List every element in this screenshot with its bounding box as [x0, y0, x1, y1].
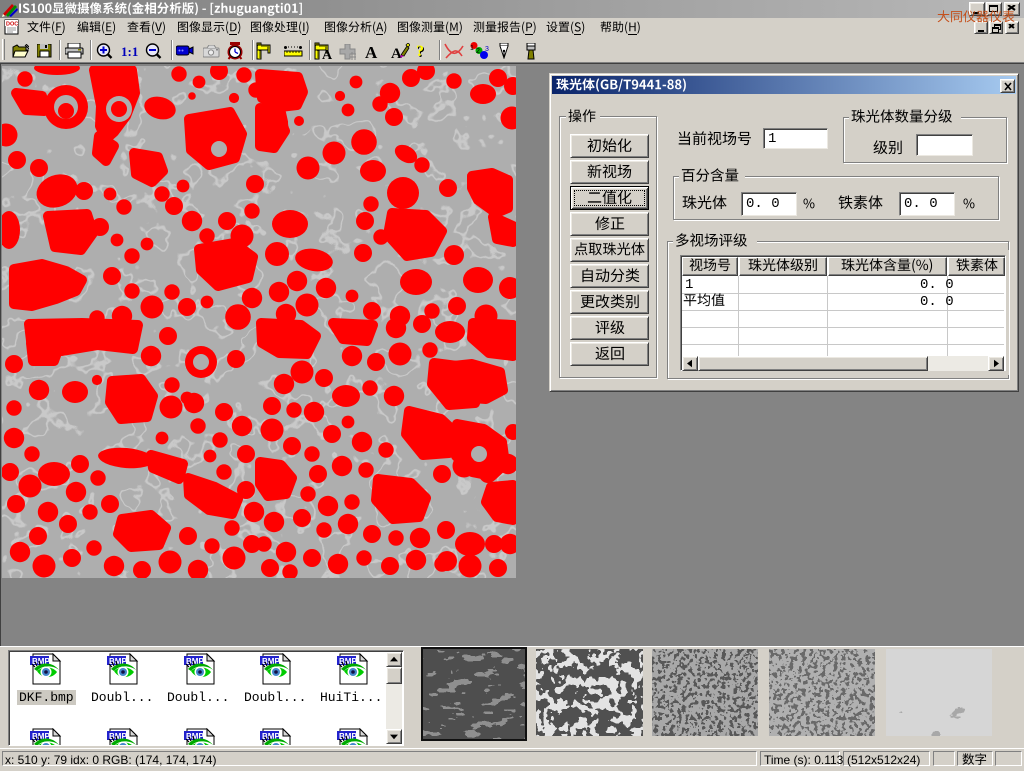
svg-text:A: A [365, 44, 378, 59]
svg-text:DOC: DOC [6, 22, 18, 28]
svg-text:A: A [322, 48, 333, 60]
svg-text:1:1: 1:1 [121, 44, 138, 59]
svg-text:1: 1 [470, 45, 474, 52]
svg-text:?: ? [416, 43, 424, 59]
svg-text:2: 2 [476, 48, 480, 55]
svg-text:3: 3 [485, 46, 489, 53]
